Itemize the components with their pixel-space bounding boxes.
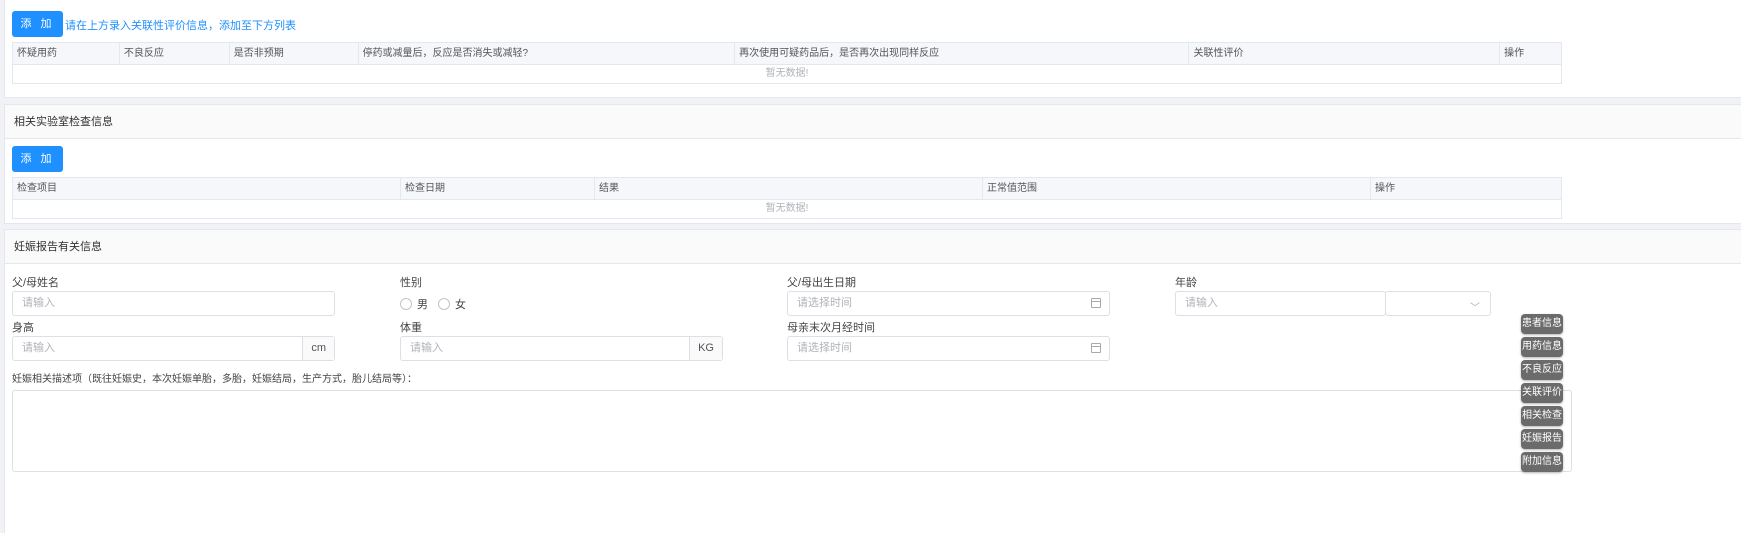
- radio-circle: [438, 298, 450, 310]
- nav-relevance-evaluation[interactable]: 关联评价: [1521, 383, 1563, 403]
- relevance-evaluation-card: 添 加 请在上方录入关联性评价信息，添加至下方列表 怀疑用药 不良反应 是否非预…: [4, 0, 1741, 98]
- pregnancy-report-title: 妊娠报告有关信息: [5, 230, 1741, 264]
- add-lab-test-button[interactable]: 添 加: [12, 146, 63, 172]
- column-header: 怀疑用药: [13, 43, 120, 64]
- calendar-icon: [1091, 298, 1101, 308]
- column-header: 不良反应: [120, 43, 230, 64]
- radio-circle: [400, 298, 412, 310]
- parent-birth-placeholder: 请选择时间: [797, 297, 852, 309]
- weight-label: 体重: [400, 322, 422, 334]
- lab-tests-card: 相关实验室检查信息 添 加 检查项目 检查日期 结果 正常值范围 操作 暂无数据…: [4, 104, 1741, 224]
- gender-male-label: 男: [417, 299, 428, 311]
- column-header: 再次使用可疑药品后，是否再次出现同样反应: [735, 43, 1190, 64]
- weight-unit: KG: [689, 337, 722, 360]
- column-header: 关联性评价: [1189, 43, 1501, 64]
- parent-birth-label: 父/母出生日期: [787, 277, 857, 289]
- height-input[interactable]: 请输入 cm: [12, 336, 335, 361]
- nav-patient-info[interactable]: 患者信息: [1521, 314, 1563, 334]
- gender-female-radio[interactable]: 女: [438, 296, 466, 312]
- last-period-placeholder: 请选择时间: [797, 342, 852, 354]
- column-header: 操作: [1375, 183, 1395, 194]
- column-header: 结果: [595, 178, 983, 199]
- add-relevance-button[interactable]: 添 加: [12, 11, 63, 37]
- nav-adverse-reaction[interactable]: 不良反应: [1521, 360, 1563, 380]
- calendar-icon: [1091, 343, 1101, 353]
- age-input[interactable]: 请输入: [1175, 291, 1386, 316]
- column-header: 检查项目: [13, 178, 401, 199]
- pregnancy-report-card: 妊娠报告有关信息 父/母姓名 请输入 性别 男 女 父/母出生日期 请选择时间 …: [4, 229, 1741, 533]
- gender-label: 性别: [400, 277, 422, 289]
- relevance-table-header: 怀疑用药 不良反应 是否非预期 停药或减量后，反应是否消失或减轻? 再次使用可疑…: [13, 43, 1561, 65]
- column-header: 检查日期: [401, 178, 595, 199]
- weight-placeholder: 请输入: [410, 342, 443, 354]
- weight-input[interactable]: 请输入 KG: [400, 336, 723, 361]
- lab-tests-table-header: 检查项目 检查日期 结果 正常值范围 操作: [13, 178, 1561, 200]
- lab-tests-table: 检查项目 检查日期 结果 正常值范围 操作 暂无数据!: [12, 177, 1562, 219]
- height-label: 身高: [12, 322, 34, 334]
- relevance-hint: 请在上方录入关联性评价信息，添加至下方列表: [65, 20, 296, 32]
- age-label: 年龄: [1175, 277, 1197, 289]
- chevron-down-icon: ﹀: [1470, 303, 1480, 314]
- parent-name-input[interactable]: 请输入: [12, 291, 335, 316]
- last-period-datepicker[interactable]: 请选择时间: [787, 336, 1110, 361]
- height-placeholder: 请输入: [22, 342, 55, 354]
- lab-tests-title: 相关实验室检查信息: [5, 105, 1741, 139]
- parent-name-label: 父/母姓名: [12, 277, 60, 289]
- nav-related-tests[interactable]: 相关检查: [1521, 406, 1563, 426]
- column-header: 正常值范围: [983, 178, 1371, 199]
- pregnancy-description-textarea[interactable]: [12, 390, 1572, 472]
- gender-female-label: 女: [455, 299, 466, 311]
- column-header: 操作: [1504, 48, 1525, 59]
- last-period-label: 母亲末次月经时间: [787, 322, 875, 334]
- nav-pregnancy-report[interactable]: 妊娠报告: [1521, 429, 1563, 449]
- gender-male-radio[interactable]: 男: [400, 296, 428, 312]
- parent-birth-datepicker[interactable]: 请选择时间: [787, 291, 1110, 316]
- nav-medication-info[interactable]: 用药信息: [1521, 337, 1563, 357]
- nav-additional-info[interactable]: 附加信息: [1521, 452, 1563, 472]
- pregnancy-description-label: 妊娠相关描述项（既往妊娠史，本次妊娠单胎，多胎，妊娠结局，生产方式，胎儿结局等）…: [12, 374, 417, 385]
- height-unit: cm: [302, 337, 334, 360]
- column-header: 停药或减量后，反应是否消失或减轻?: [359, 43, 736, 64]
- empty-placeholder: 暂无数据!: [765, 68, 809, 79]
- column-header: 是否非预期: [230, 43, 359, 64]
- empty-placeholder: 暂无数据!: [765, 203, 809, 214]
- relevance-table: 怀疑用药 不良反应 是否非预期 停药或减量后，反应是否消失或减轻? 再次使用可疑…: [12, 42, 1562, 84]
- age-unit-select[interactable]: ﹀: [1385, 291, 1491, 316]
